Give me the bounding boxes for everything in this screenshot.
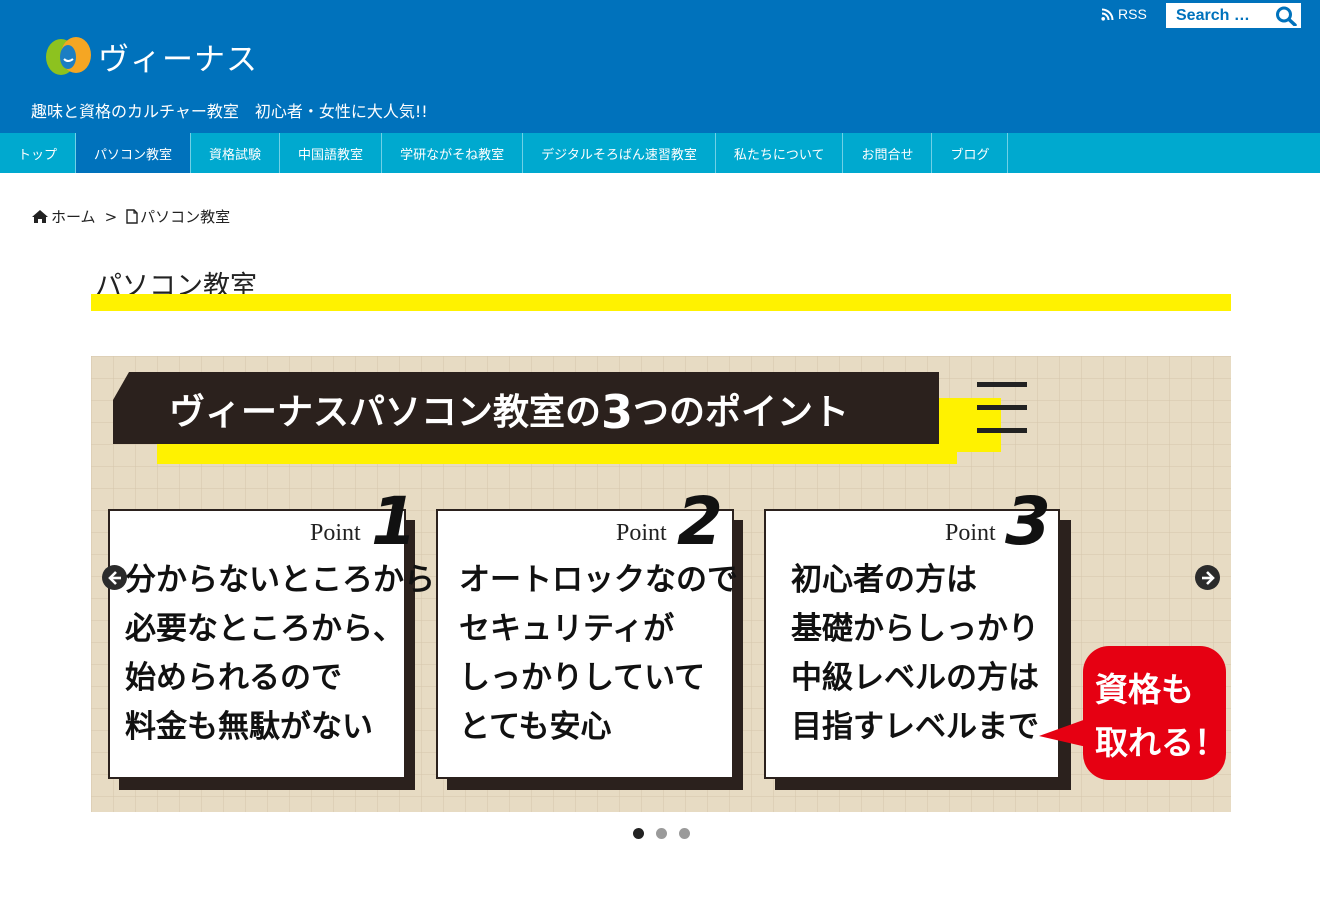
site-tagline: 趣味と資格のカルチャー教室 初心者・女性に大人気!! [31,102,428,121]
slider-dot[interactable] [656,828,667,839]
rss-icon [1101,8,1114,21]
site-name: ヴィーナス [98,41,258,78]
card-number: 1 [371,483,417,560]
nav-item[interactable]: パソコン教室 [76,133,192,173]
breadcrumb-separator: > [104,207,118,226]
rss-label: RSS [1118,6,1147,22]
nav-item[interactable]: 私たちについて [716,133,844,173]
nav-item[interactable]: 中国語教室 [280,133,383,173]
main-nav: トップ パソコン教室 資格試験 中国語教室 学研ながそね教室 デジタルそろばん速習教室 私た… [0,133,1320,173]
slide-image: ヴィーナスパソコン教室の3つのポイント Point 1 分からないところから、 … [91,356,1231,812]
nav-item[interactable]: お問合せ [843,133,933,173]
site-logo[interactable]: ヴィーナス [44,33,258,79]
rss-link[interactable]: RSS [1101,6,1147,22]
search-form [1166,3,1301,28]
search-input[interactable] [1167,4,1280,27]
breadcrumb: ホーム > パソコン教室 [31,206,230,227]
site-header: ヴィーナス 趣味と資格のカルチャー教室 初心者・女性に大人気!! RSS [0,0,1320,133]
slider-prev-button[interactable] [102,565,127,590]
arrow-left-icon [107,570,121,585]
slider-next-button[interactable] [1195,565,1220,590]
home-icon [32,210,48,223]
title-underline [91,294,1231,311]
nav-item[interactable]: デジタルそろばん速習教室 [523,133,716,173]
card-point-label: Point [945,520,996,546]
search-icon [1276,6,1297,26]
slide-heading: ヴィーナスパソコン教室の3つのポイント [169,385,849,439]
card-number: 3 [1005,483,1051,560]
logo-icon [44,33,94,79]
breadcrumb-home[interactable]: ホーム [51,206,96,227]
breadcrumb-current: パソコン教室 [140,208,231,226]
card-number: 2 [677,483,723,560]
nav-item[interactable]: トップ [0,133,77,173]
search-button[interactable] [1274,5,1298,27]
card-point-label: Point [616,520,667,546]
slider-dot[interactable] [679,828,690,839]
nav-item[interactable]: 学研ながそね教室 [382,133,524,173]
file-icon [126,209,138,224]
image-slider: ヴィーナスパソコン教室の3つのポイント Point 1 分からないところから、 … [91,356,1231,812]
arrow-right-icon [1201,570,1215,585]
nav-item[interactable]: 資格試験 [191,133,281,173]
card-point-label: Point [310,520,361,546]
slider-dots [633,828,702,839]
nav-item[interactable]: ブログ [932,133,1009,173]
slider-dot[interactable] [633,828,644,839]
